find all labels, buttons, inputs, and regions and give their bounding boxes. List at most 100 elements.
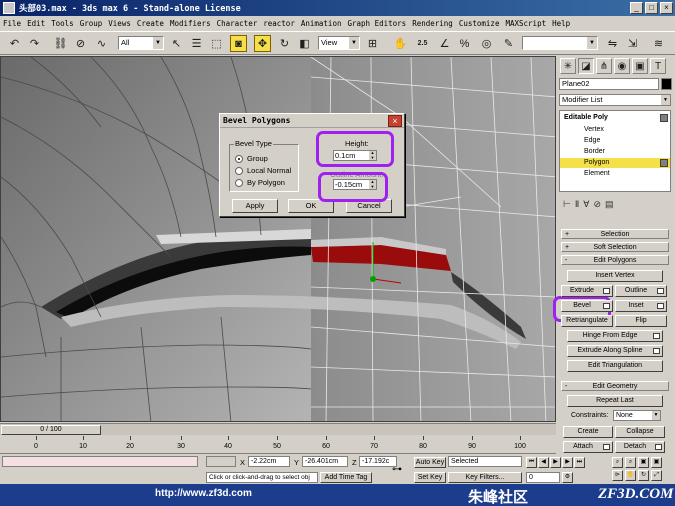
configure-sets-icon[interactable]: ▤ <box>605 199 614 210</box>
extrude-along-spline-button[interactable]: Extrude Along Spline <box>567 345 663 357</box>
menu-maxscript[interactable]: MAXScript <box>505 19 546 28</box>
settings-icon[interactable] <box>653 333 660 339</box>
object-color-swatch[interactable] <box>661 78 672 90</box>
goto-end-icon[interactable]: ⏭ <box>574 457 585 468</box>
menu-graph-editors[interactable]: Graph Editors <box>347 19 406 28</box>
retriangulate-button[interactable]: Retriangulate <box>561 315 613 327</box>
attach-button[interactable]: Attach <box>563 441 613 453</box>
inset-button[interactable]: Inset <box>615 300 667 312</box>
undo-icon[interactable]: ↶ <box>6 35 23 52</box>
select-by-name-icon[interactable]: ☰ <box>188 35 205 52</box>
menu-customize[interactable]: Customize <box>459 19 500 28</box>
zoom-all-icon[interactable]: ⌕ <box>625 457 636 468</box>
mirror-icon[interactable]: ⇋ <box>604 35 621 52</box>
time-config-icon[interactable]: ⚙ <box>562 472 573 483</box>
rectangular-selection-icon[interactable]: ⬚ <box>208 35 225 52</box>
menu-help[interactable]: Help <box>552 19 570 28</box>
layer-manager-icon[interactable]: ≋ <box>650 35 667 52</box>
settings-icon[interactable] <box>657 303 664 309</box>
hinge-from-edge-button[interactable]: Hinge From Edge <box>567 330 663 342</box>
select-object-icon[interactable]: ↖ <box>168 35 185 52</box>
rollout-soft-selection[interactable]: + Soft Selection <box>561 242 669 252</box>
set-key-button[interactable]: Set Key <box>414 472 446 483</box>
outline-button[interactable]: Outline <box>615 285 667 297</box>
menu-edit[interactable]: Edit <box>27 19 45 28</box>
hierarchy-tab-icon[interactable]: ⋔ <box>596 58 612 74</box>
bind-space-warp-icon[interactable]: ∿ <box>93 35 110 52</box>
zoom-extents-all-icon[interactable]: ▣ <box>651 457 662 468</box>
menu-character[interactable]: Character <box>217 19 258 28</box>
settings-icon[interactable] <box>655 444 662 450</box>
time-slider[interactable]: 0 / 100 <box>0 423 556 435</box>
maximize-button[interactable]: □ <box>645 2 658 14</box>
goto-start-icon[interactable]: ⏮ <box>526 457 537 468</box>
select-move-icon[interactable]: ✥ <box>254 35 271 52</box>
menu-file[interactable]: File <box>3 19 21 28</box>
selection-filter-dropdown[interactable]: All ▼ <box>118 36 164 50</box>
apply-button[interactable]: Apply <box>232 199 278 213</box>
pin-stack-icon[interactable]: ⊢ <box>563 199 571 210</box>
motion-tab-icon[interactable]: ◉ <box>614 58 630 74</box>
arc-rotate-icon[interactable]: ↻ <box>638 470 649 481</box>
key-filters-button[interactable]: Key Filters... <box>448 472 522 483</box>
reference-coordinate-dropdown[interactable]: View ▼ <box>318 36 360 50</box>
utilities-tab-icon[interactable]: T <box>650 58 666 74</box>
auto-key-button[interactable]: Auto Key <box>414 457 446 468</box>
key-icon[interactable]: ⊶ <box>392 464 402 475</box>
object-name-field[interactable]: Plane02 <box>559 78 659 90</box>
select-manipulate-icon[interactable]: ✋ <box>392 35 409 52</box>
select-scale-icon[interactable]: ◧ <box>296 35 313 52</box>
settings-icon[interactable] <box>603 444 610 450</box>
named-selection-sets-dropdown[interactable]: ▼ <box>522 36 598 50</box>
menu-reactor[interactable]: reactor <box>263 19 295 28</box>
select-link-icon[interactable]: ⛓ <box>52 35 69 52</box>
stack-item-edge[interactable]: Edge <box>560 136 670 146</box>
snap-toggle-icon[interactable]: 2.5 <box>414 35 431 52</box>
stack-item-vertex[interactable]: Vertex <box>560 125 670 135</box>
zoom-extents-icon[interactable]: ▣ <box>638 457 649 468</box>
detach-button[interactable]: Detach <box>615 441 665 453</box>
play-icon[interactable]: ▶ <box>550 457 561 468</box>
flip-button[interactable]: Flip <box>615 315 667 327</box>
bevel-button[interactable]: Bevel <box>561 300 613 312</box>
menu-create[interactable]: Create <box>137 19 164 28</box>
named-selection-icon[interactable]: ✎ <box>500 35 517 52</box>
make-unique-icon[interactable]: ∀ <box>583 199 589 210</box>
radio-by-polygon[interactable]: By Polygon <box>235 178 285 187</box>
previous-frame-icon[interactable]: ◀ <box>538 457 549 468</box>
select-rotate-icon[interactable]: ↻ <box>276 35 293 52</box>
window-crossing-icon[interactable]: ◙ <box>230 35 247 52</box>
modify-tab-icon[interactable]: ◪ <box>578 58 594 74</box>
current-frame-field[interactable]: 0 <box>526 472 560 483</box>
menu-group[interactable]: Group <box>80 19 103 28</box>
add-time-tag-button[interactable]: Add Time Tag <box>320 472 372 483</box>
radio-group[interactable]: Group <box>235 154 268 163</box>
menu-modifiers[interactable]: Modifiers <box>170 19 211 28</box>
show-end-result-icon[interactable]: Ⅱ <box>575 199 579 210</box>
pivot-center-icon[interactable]: ⊞ <box>364 35 381 52</box>
settings-icon[interactable] <box>603 303 610 309</box>
y-coordinate-field[interactable]: -26.401cm <box>302 456 348 467</box>
maximize-viewport-icon[interactable]: ⤢ <box>651 470 662 481</box>
align-icon[interactable]: ⇲ <box>624 35 641 52</box>
stack-item-editable-poly[interactable]: Editable Poly <box>560 113 670 123</box>
angle-snap-icon[interactable]: ∠ <box>436 35 453 52</box>
menu-views[interactable]: Views <box>108 19 131 28</box>
rollout-edit-geometry[interactable]: - Edit Geometry <box>561 381 669 391</box>
close-window-button[interactable]: × <box>660 2 673 14</box>
display-tab-icon[interactable]: ▣ <box>632 58 648 74</box>
insert-vertex-button[interactable]: Insert Vertex <box>567 270 663 282</box>
remove-modifier-icon[interactable]: ⊘ <box>593 199 601 210</box>
settings-icon[interactable] <box>657 288 664 294</box>
percent-snap-icon[interactable]: % <box>456 35 473 52</box>
maxscript-listener[interactable] <box>2 456 198 467</box>
stack-item-polygon[interactable]: Polygon <box>560 158 670 168</box>
stack-item-element[interactable]: Element <box>560 169 670 179</box>
next-frame-icon[interactable]: ▶ <box>562 457 573 468</box>
dialog-close-button[interactable]: × <box>388 115 402 127</box>
perspective-viewport[interactable] <box>0 56 556 422</box>
key-mode-dropdown[interactable]: Selected <box>448 456 522 467</box>
menu-animation[interactable]: Animation <box>301 19 342 28</box>
create-tab-icon[interactable]: ✳ <box>560 58 576 74</box>
menu-tools[interactable]: Tools <box>51 19 74 28</box>
